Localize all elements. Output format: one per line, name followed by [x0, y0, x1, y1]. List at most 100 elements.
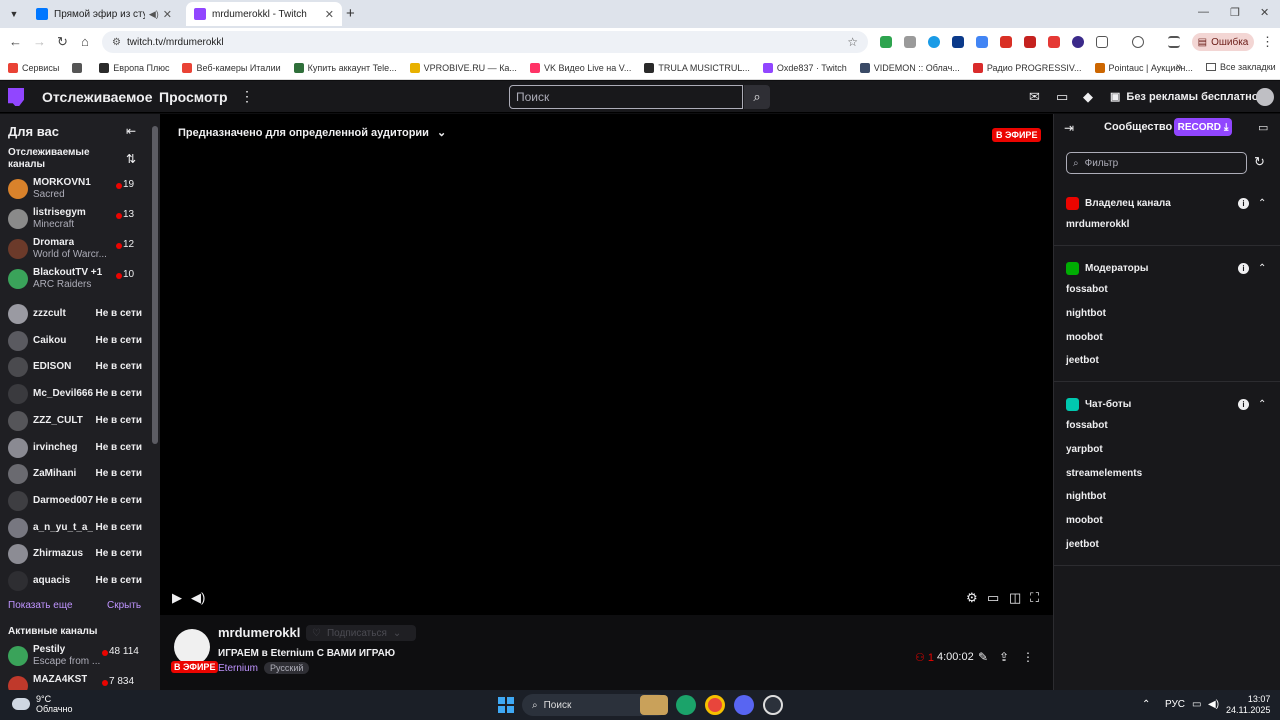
all-bookmarks-button[interactable]: Все закладки	[1206, 62, 1276, 72]
followed-channel-row[interactable]: EDISON Не в сети	[0, 354, 152, 380]
more-options-icon[interactable]: ⋮	[1022, 650, 1034, 664]
browser-tab-twitch[interactable]: mrdumerokkl - Twitch ✕	[186, 2, 342, 26]
followed-channel-row[interactable]: Mc_Devil666 Не в сети	[0, 381, 152, 407]
followed-channel-row[interactable]: ZaMihani Не в сети	[0, 461, 152, 487]
reading-list-icon[interactable]	[1168, 36, 1180, 48]
show-more-link[interactable]: Показать еще	[8, 600, 73, 611]
bookmarks-overflow-icon[interactable]: »	[1176, 61, 1182, 73]
collapse-chat-icon[interactable]: ⇥	[1064, 121, 1074, 135]
filter-input[interactable]: ⌕ Фильтр	[1066, 152, 1247, 174]
member-name[interactable]: mrdumerokkl	[1066, 219, 1129, 230]
group-header[interactable]: Владелец канала	[1066, 197, 1171, 210]
active-channel-row[interactable]: Pestily Escape from ... 48 114	[0, 643, 152, 669]
edit-pencil-icon[interactable]: ✎	[978, 650, 988, 664]
nav-browse-link[interactable]: Просмотр	[159, 89, 228, 105]
widget-image-icon[interactable]	[640, 695, 668, 715]
profile-error-button[interactable]: ▤ Ошибка	[1192, 33, 1254, 51]
extension-icon[interactable]	[928, 36, 940, 48]
bookmark-star-icon[interactable]: ☆	[847, 35, 858, 49]
member-name[interactable]: nightbot	[1066, 308, 1106, 319]
forward-icon[interactable]: →	[33, 34, 46, 49]
member-name[interactable]: nightbot	[1066, 491, 1106, 502]
close-window-icon[interactable]: ✕	[1260, 6, 1269, 19]
bookmark-item[interactable]: Радио PROGRESSIV...	[972, 62, 1082, 73]
channel-avatar[interactable]	[174, 629, 210, 665]
minimize-icon[interactable]: —	[1198, 6, 1209, 18]
home-icon[interactable]: ⌂	[81, 34, 89, 49]
extension-icon[interactable]	[904, 36, 916, 48]
bookmark-item[interactable]: Сервисы	[8, 62, 59, 73]
share-icon[interactable]: ⇪	[999, 650, 1009, 664]
followed-channel-row[interactable]: Zhirmazus Не в сети	[0, 541, 152, 567]
extension-shield-icon[interactable]	[880, 36, 892, 48]
extension-icon[interactable]	[952, 36, 964, 48]
group-header[interactable]: Модераторы	[1066, 262, 1148, 275]
followed-channel-row[interactable]: irvincheg Не в сети	[0, 435, 152, 461]
followed-channel-row[interactable]: Dromara World of Warcr... 12	[0, 236, 152, 262]
extension-icon[interactable]	[1000, 36, 1012, 48]
search-icon[interactable]: ⌕	[744, 85, 770, 109]
bookmark-item[interactable]: VK Видео Live на V...	[529, 62, 631, 73]
speaker-icon[interactable]: ◀)	[1208, 699, 1219, 710]
nav-following-link[interactable]: Отслеживаемое	[42, 89, 153, 105]
search-input[interactable]: Поиск	[509, 85, 743, 109]
member-name[interactable]: moobot	[1066, 515, 1103, 526]
info-icon[interactable]: i	[1238, 198, 1249, 209]
chevron-up-icon[interactable]: ⌃	[1258, 263, 1266, 274]
edge-browser-icon[interactable]	[676, 695, 696, 715]
chevron-up-icon[interactable]: ⌃	[1258, 198, 1266, 209]
bookmark-item[interactable]: TRULA MUSICTRUL...	[644, 62, 750, 73]
obs-studio-icon[interactable]	[763, 695, 783, 715]
followed-channel-row[interactable]: Caikou Не в сети	[0, 328, 152, 354]
chrome-browser-icon[interactable]	[705, 695, 725, 715]
followed-channel-row[interactable]: Darmoed007 Не в сети	[0, 488, 152, 514]
inbox-icon[interactable]: ✉	[1029, 89, 1040, 105]
whispers-icon[interactable]: ▭	[1056, 89, 1068, 105]
new-tab-icon[interactable]: +	[346, 5, 355, 22]
sort-icon[interactable]: ⇅	[126, 152, 136, 166]
followed-channel-row[interactable]: listrisegym Minecraft 13	[0, 206, 152, 232]
weather-widget[interactable]: 9°C Облачно	[12, 694, 72, 714]
refresh-icon[interactable]: ↻	[1254, 154, 1265, 170]
bookmark-item[interactable]: Веб-камеры Италии	[182, 62, 281, 73]
bits-icon[interactable]: ◆	[1083, 89, 1093, 105]
followed-channel-row[interactable]: MORKOVN1 Sacred 19	[0, 176, 152, 202]
tab-audio-icon[interactable]: ◀)	[149, 9, 159, 20]
browser-tab-vk[interactable]: Прямой эфир из студии «I ◀) ✕	[28, 2, 180, 26]
follow-button[interactable]: ♡ Подписаться ⌄	[306, 625, 416, 641]
bookmark-item[interactable]: Европа Плюс	[99, 62, 169, 73]
followed-channel-row[interactable]: ZZZ_CULT Не в сети	[0, 408, 152, 434]
settings-gear-icon[interactable]: ⚙	[966, 590, 978, 606]
bookmark-item[interactable]: VIDEMON :: Облач...	[859, 62, 960, 73]
input-language[interactable]: РУС	[1165, 699, 1185, 710]
active-channel-row[interactable]: MAZA4KST 7 834	[0, 673, 152, 690]
user-avatar[interactable]	[1256, 88, 1274, 106]
extensions-puzzle-icon[interactable]	[1096, 36, 1108, 48]
tab-close-icon[interactable]: ✕	[163, 8, 172, 21]
group-header[interactable]: Чат-боты	[1066, 398, 1131, 411]
member-name[interactable]: jeetbot	[1066, 539, 1099, 550]
extension-icon[interactable]	[1072, 36, 1084, 48]
chat-popout-icon[interactable]: ▭	[1258, 121, 1268, 134]
site-info-icon[interactable]: ⚙	[112, 37, 121, 48]
tab-search-icon[interactable]: ▼	[6, 6, 22, 22]
member-name[interactable]: fossabot	[1066, 420, 1108, 431]
record-button[interactable]: RECORD ⤓	[1174, 118, 1232, 136]
followed-channel-row[interactable]: zzzcult Не в сети	[0, 301, 152, 327]
chevron-up-icon[interactable]: ⌃	[1258, 399, 1266, 410]
sidebar-scrollbar[interactable]	[152, 116, 158, 688]
followed-channel-row[interactable]: a_n_yu_t_a_ Не в сети	[0, 515, 152, 541]
bookmark-item[interactable]: VPROBIVE.RU — Ка...	[409, 62, 517, 73]
discord-icon[interactable]	[734, 695, 754, 715]
twitch-logo-icon[interactable]	[8, 88, 24, 106]
bookmark-item[interactable]: Купить аккаунт Tele...	[293, 62, 397, 73]
audience-notice-dropdown[interactable]: Предназначено для определенной аудитории…	[178, 126, 446, 140]
info-icon[interactable]: i	[1238, 399, 1249, 410]
member-name[interactable]: yarpbot	[1066, 444, 1103, 455]
ad-free-button[interactable]: ▣ Без рекламы бесплатно	[1110, 90, 1259, 104]
member-name[interactable]: streamelements	[1066, 468, 1142, 479]
more-menu-icon[interactable]: ⋮	[240, 88, 254, 105]
translate-extension-icon[interactable]	[976, 36, 988, 48]
chrome-menu-icon[interactable]: ⋮	[1261, 34, 1274, 50]
windows-start-icon[interactable]	[498, 697, 514, 713]
